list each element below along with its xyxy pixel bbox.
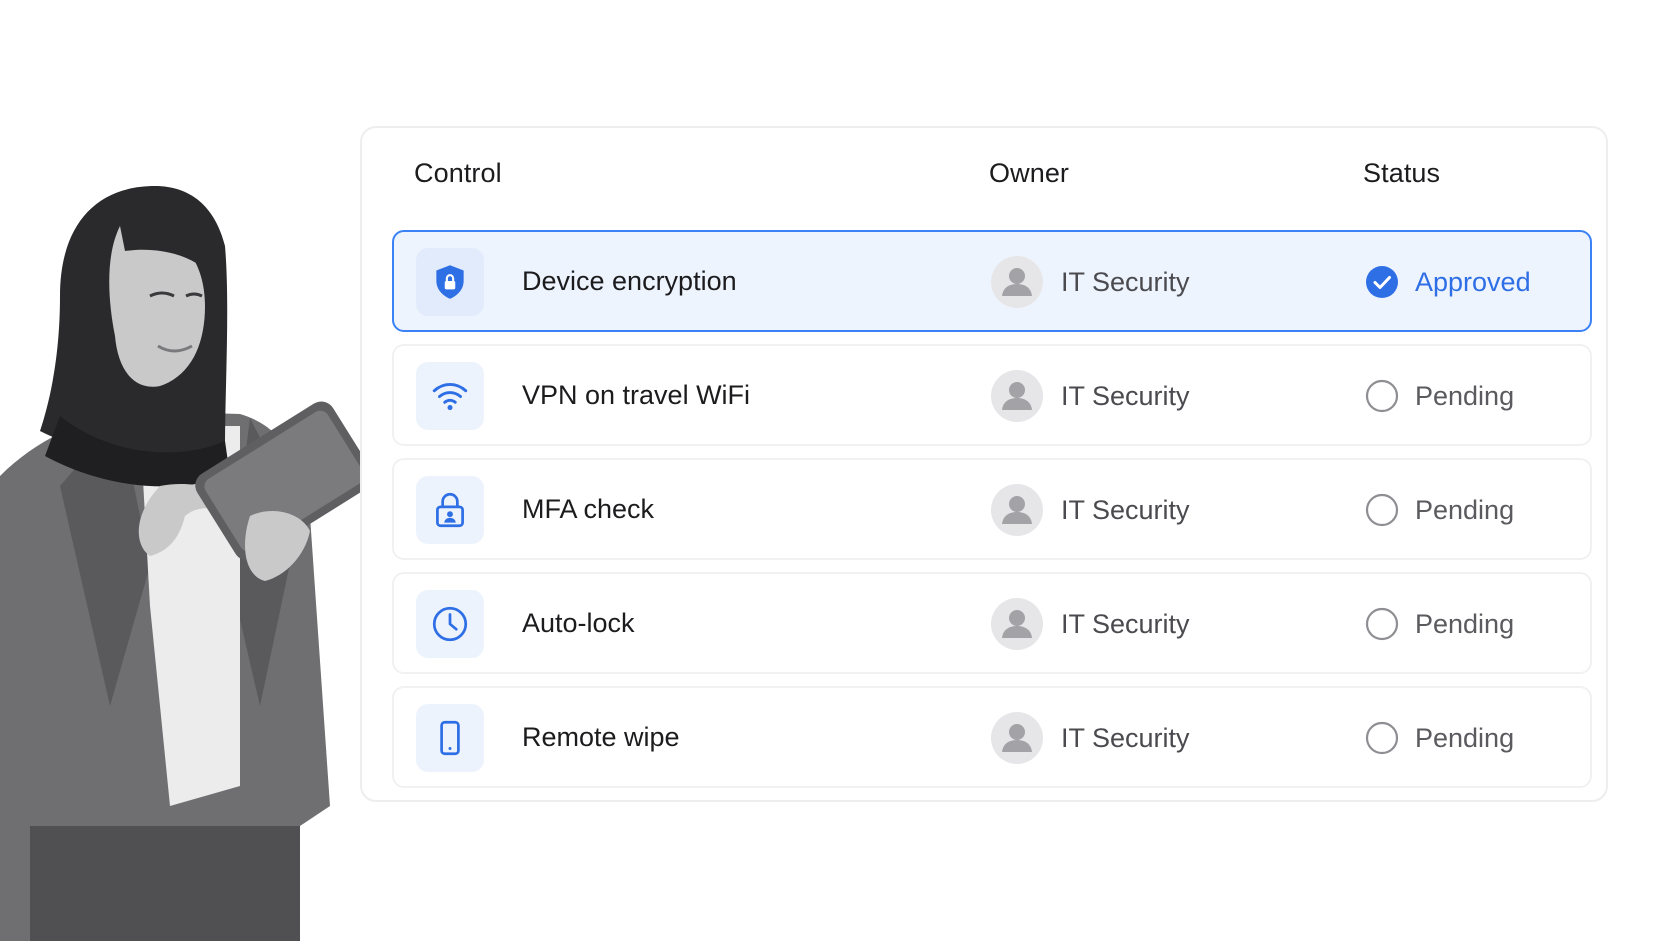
status-badge: Pending [1415, 380, 1515, 411]
smartphone-icon [416, 704, 484, 772]
table-row-vpn-on-travel-wifi[interactable]: VPN on travel WiFi IT Security Pending [392, 344, 1592, 446]
status-badge: Pending [1415, 494, 1515, 525]
status-cell[interactable]: Pending [1365, 598, 1514, 650]
table-row-remote-wipe[interactable]: Remote wipe IT Security Pending [392, 686, 1592, 788]
control-name: Device encryption [522, 266, 737, 296]
header-owner[interactable]: Owner [989, 158, 1069, 189]
avatar [991, 598, 1043, 650]
clock-icon [416, 590, 484, 658]
table-row-auto-lock[interactable]: Auto-lock IT Security Pending [392, 572, 1592, 674]
status-cell[interactable]: Approved [1365, 256, 1531, 308]
owner-name: IT Security [1061, 380, 1190, 411]
avatar [991, 484, 1043, 536]
control-name: VPN on travel WiFi [522, 380, 751, 410]
avatar [991, 712, 1043, 764]
table-row-device-encryption[interactable]: Device encryption IT Security Approved [392, 230, 1592, 332]
status-cell[interactable]: Pending [1365, 712, 1514, 764]
table-row-mfa-check[interactable]: MFA check IT Security Pending [392, 458, 1592, 560]
owner-cell: IT Security [991, 256, 1190, 308]
status-cell[interactable]: Pending [1365, 484, 1514, 536]
owner-cell: IT Security [991, 712, 1190, 764]
padlock-user-icon [416, 476, 484, 544]
owner-cell: IT Security [991, 598, 1190, 650]
owner-cell: IT Security [991, 484, 1190, 536]
status-badge: Pending [1415, 608, 1515, 639]
controls-list: Device encryption IT Security Approved V… [392, 230, 1592, 800]
header-control[interactable]: Control [414, 158, 502, 189]
table-header: Control Owner Status [362, 128, 1606, 220]
owner-name: IT Security [1061, 722, 1190, 753]
security-controls-card: Control Owner Status Device encryption I… [360, 126, 1608, 802]
empty-circle-icon [1365, 493, 1399, 527]
status-badge: Approved [1415, 266, 1531, 297]
status-badge: Pending [1415, 722, 1515, 753]
avatar [991, 370, 1043, 422]
control-name: Remote wipe [522, 722, 680, 752]
empty-circle-icon [1365, 607, 1399, 641]
wifi-icon [416, 362, 484, 430]
check-circle-icon [1366, 266, 1398, 298]
owner-name: IT Security [1061, 266, 1190, 297]
person-with-tablet-illustration [0, 186, 390, 941]
avatar [991, 256, 1043, 308]
owner-name: IT Security [1061, 494, 1190, 525]
status-cell[interactable]: Pending [1365, 370, 1514, 422]
owner-cell: IT Security [991, 370, 1190, 422]
empty-circle-icon [1365, 721, 1399, 755]
shield-lock-icon [416, 248, 484, 316]
control-name: Auto-lock [522, 608, 635, 638]
owner-name: IT Security [1061, 608, 1190, 639]
empty-circle-icon [1365, 379, 1399, 413]
control-name: MFA check [522, 494, 655, 524]
header-status[interactable]: Status [1363, 158, 1440, 189]
